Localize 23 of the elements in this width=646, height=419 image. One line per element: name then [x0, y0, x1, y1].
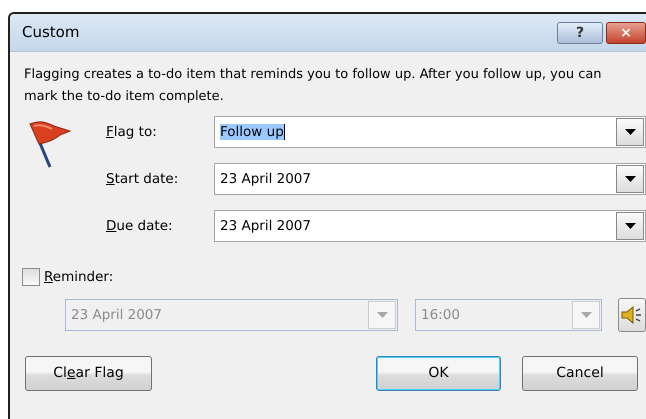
description-text: Flagging creates a to-do item that reminds you to follow up. After you follow up, you can mark the to-do item complete.: [24, 66, 603, 106]
reminder-label: Reminder:: [44, 268, 114, 287]
ok-button[interactable]: OK: [376, 356, 501, 392]
field-label: Due date:: [105, 216, 174, 236]
cancel-button[interactable]: Cancel: [522, 356, 638, 392]
field-label: Start date:: [105, 170, 180, 189]
speaker-icon: [620, 305, 644, 326]
combo-box[interactable]: 23 April 2007: [214, 163, 646, 195]
caret-icon: [376, 312, 388, 318]
help-button[interactable]: ?: [557, 22, 603, 44]
dropdown-button[interactable]: [616, 212, 644, 240]
window-title: Custom: [22, 22, 80, 44]
dropdown-button[interactable]: [616, 118, 644, 146]
caret-icon: [580, 312, 592, 318]
caret-icon: [624, 223, 636, 229]
sound-button[interactable]: [618, 298, 646, 332]
field-label: Flag to:: [105, 122, 158, 142]
caret-icon: [624, 176, 636, 182]
clear-flag-button[interactable]: Clear Flag: [25, 356, 152, 392]
combo-box[interactable]: Follow up: [214, 116, 646, 148]
combo-box[interactable]: 23 April 2007: [214, 210, 646, 242]
caret-icon: [624, 129, 636, 135]
dropdown-button[interactable]: [616, 165, 644, 193]
